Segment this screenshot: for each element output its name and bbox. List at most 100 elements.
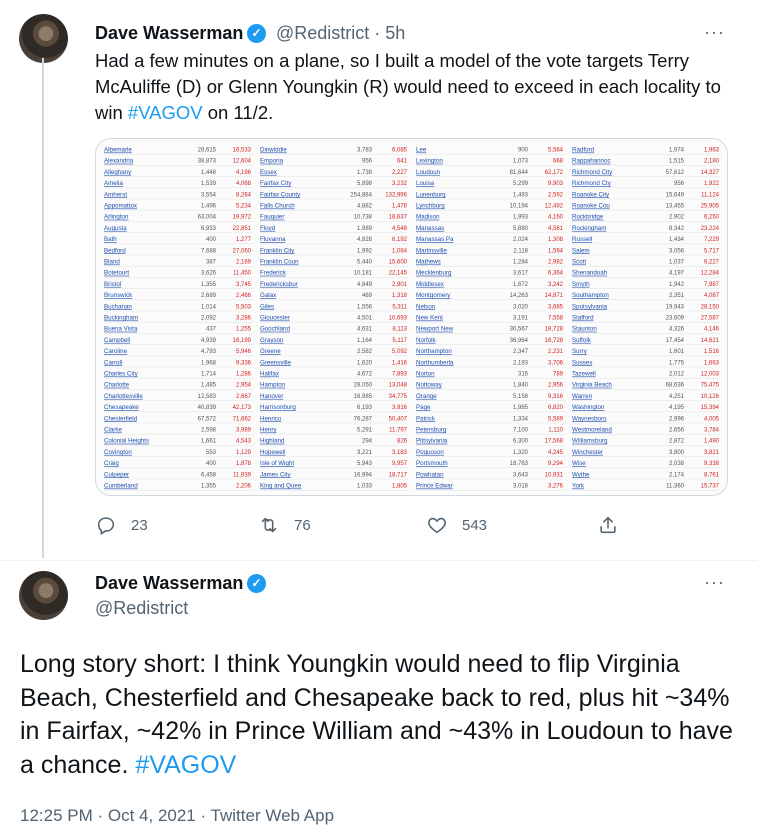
table-dem-target: 2,174 <box>669 472 685 478</box>
table-rep-target: 11,450 <box>233 271 252 277</box>
author-name[interactable]: Dave Wasserman <box>95 573 243 594</box>
table-dem-target: 316 <box>518 372 529 378</box>
like-button[interactable]: 543 <box>426 510 487 540</box>
tweet-time[interactable]: 5h <box>385 23 405 43</box>
table-locality: Colonial Heights <box>104 438 149 445</box>
vote-target-table: Albemarle 28,615 16,533 Alexandria 38,873 12,… <box>96 139 727 495</box>
retweet-button[interactable]: 76 <box>258 510 311 540</box>
table-dem-target: 6,193 <box>357 405 373 411</box>
table-locality: Lee <box>416 147 427 154</box>
table-dem-target: 1,714 <box>201 372 217 378</box>
table-rep-target: 13,048 <box>389 383 408 389</box>
table-rep-target: 9,338 <box>704 461 720 467</box>
table-locality: Madison <box>416 214 440 221</box>
reply-button[interactable]: 23 <box>95 510 148 540</box>
table-locality: Petersburg <box>416 427 447 434</box>
table-rep-target: 6,227 <box>704 260 720 266</box>
tweet-1[interactable]: Dave Wasserman ✓ @Redistrict · 5h ··· Ha… <box>0 0 757 560</box>
table-rep-target: 4,068 <box>236 181 252 187</box>
table-rep-target: 3,242 <box>548 282 564 288</box>
retweet-icon <box>261 517 277 533</box>
table-locality: Frederick <box>260 270 287 277</box>
table-locality: Rockingham <box>572 225 606 232</box>
table-locality: Poquoson <box>416 449 444 456</box>
table-dem-target: 11,360 <box>666 484 685 490</box>
table-rep-target: 8,113 <box>392 327 407 333</box>
tweet-actions: 23 76 543 <box>95 510 735 540</box>
tweet-text: Long story short: I think Youngkin would… <box>20 648 740 782</box>
table-dem-target: 1,496 <box>201 204 217 210</box>
table-dem-target: 3,783 <box>357 148 373 154</box>
table-locality: Northumberla <box>416 359 454 366</box>
author-handle[interactable]: @Redistrict <box>95 598 188 619</box>
table-locality: Loudoun <box>416 169 441 176</box>
table-rep-target: 62,172 <box>545 170 564 176</box>
table-dem-target: 1,942 <box>669 282 685 288</box>
table-locality: Norfolk <box>416 337 437 344</box>
table-locality: Dinwiddie <box>260 147 287 154</box>
table-rep-target: 8,761 <box>704 472 720 478</box>
table-dem-target: 6,458 <box>201 472 217 478</box>
tweet-timestamp[interactable]: 12:25 PM · Oct 4, 2021 · Twitter Web App <box>20 806 334 826</box>
table-locality: Galax <box>260 292 277 299</box>
author-handle[interactable]: @Redistrict · 5h <box>276 23 405 44</box>
table-dem-target: 2,872 <box>669 439 685 445</box>
table-dem-target: 15,649 <box>666 192 685 198</box>
table-locality: Salem <box>572 247 590 254</box>
table-locality: Buena Vista <box>104 326 138 333</box>
table-locality: Rappahannoc <box>572 158 611 165</box>
table-rep-target: 1,308 <box>548 237 564 243</box>
table-locality: Charlottesville <box>104 393 143 400</box>
table-locality: Winchester <box>572 449 603 456</box>
avatar[interactable] <box>19 14 68 63</box>
table-locality: Cumberland <box>104 483 138 490</box>
share-button[interactable] <box>597 510 633 540</box>
table-locality: Bland <box>104 259 120 266</box>
table-rep-target: 8,264 <box>236 192 252 198</box>
table-rep-target: 27,587 <box>701 316 720 322</box>
table-rep-target: 10,693 <box>389 316 408 322</box>
table-rep-target: 15,394 <box>701 405 720 411</box>
table-locality: Lunenburg <box>416 191 446 198</box>
table-locality: Fauquier <box>260 214 284 221</box>
table-dem-target: 3,191 <box>513 316 529 322</box>
table-rep-target: 12,604 <box>233 159 252 165</box>
author-name[interactable]: Dave Wasserman <box>95 23 243 44</box>
hashtag-link[interactable]: #VAGOV <box>135 751 236 779</box>
table-locality: Halifax <box>260 371 280 378</box>
more-icon[interactable]: ··· <box>704 22 725 43</box>
table-dem-target: 12,583 <box>198 394 217 400</box>
table-locality: Rockbridge <box>572 214 604 221</box>
avatar[interactable] <box>19 571 68 620</box>
table-locality: Bedford <box>104 247 126 254</box>
table-dem-target: 1,485 <box>201 383 217 389</box>
table-dem-target: 4,939 <box>201 338 217 344</box>
table-rep-target: 15,600 <box>389 260 408 266</box>
more-icon[interactable]: ··· <box>704 572 725 593</box>
table-rep-target: 5,092 <box>392 349 408 355</box>
table-locality: Covington <box>104 449 132 456</box>
media-image[interactable]: Albemarle 28,615 16,533 Alexandria 38,873 12,… <box>95 138 728 496</box>
table-dem-target: 5,880 <box>513 226 529 232</box>
table-dem-target: 19,943 <box>666 304 685 310</box>
table-dem-target: 23,609 <box>666 316 685 322</box>
table-locality: Roanoke Cou <box>572 203 610 210</box>
table-rep-target: 826 <box>397 439 408 445</box>
table-rep-target: 9,903 <box>548 181 564 187</box>
table-rep-target: 16,199 <box>233 338 252 344</box>
table-locality: Sussex <box>572 359 593 366</box>
table-locality: Charles City <box>104 371 139 378</box>
table-rep-target: 4,245 <box>548 450 564 456</box>
table-dem-target: 8,342 <box>669 226 685 232</box>
table-rep-target: 18,728 <box>545 327 564 333</box>
table-locality: Amelia <box>104 180 123 187</box>
table-locality: Greene <box>260 348 281 355</box>
table-locality: Smyth <box>572 281 590 288</box>
table-dem-target: 30,567 <box>510 327 529 333</box>
table-rep-target: 1,878 <box>236 461 252 467</box>
table-dem-target: 67,572 <box>198 416 217 422</box>
table-dem-target: 5,299 <box>513 181 529 187</box>
table-dem-target: 1,661 <box>201 439 217 445</box>
hashtag-link[interactable]: #VAGOV <box>128 102 203 123</box>
table-locality: Richmond Cty <box>572 180 612 187</box>
